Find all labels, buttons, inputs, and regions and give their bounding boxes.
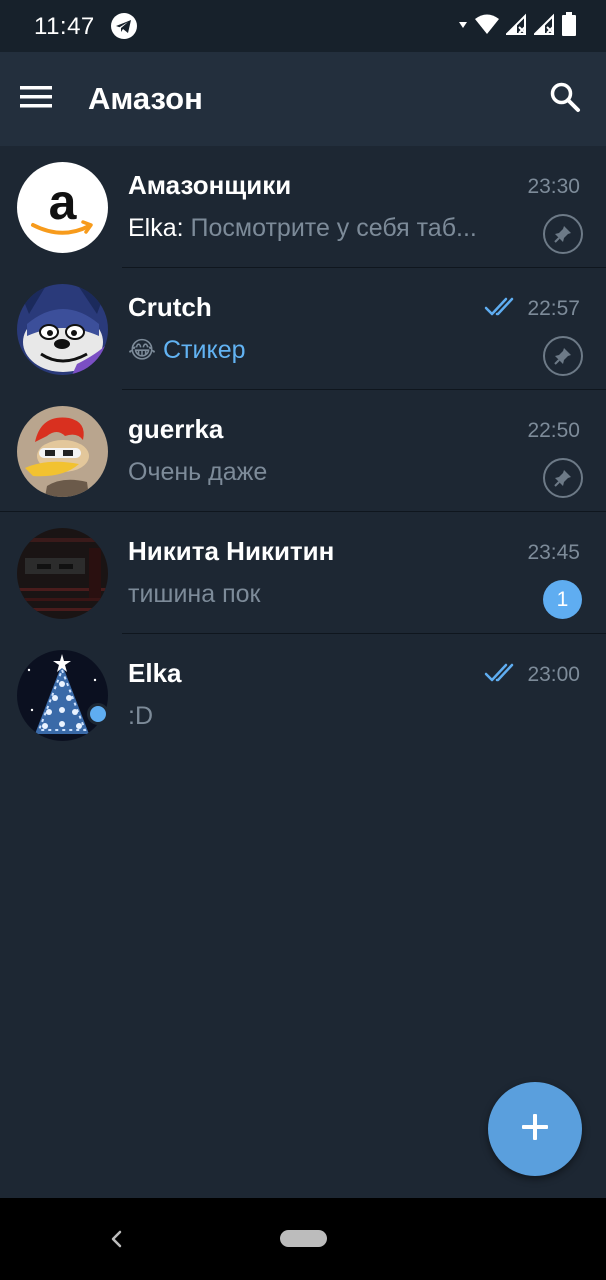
dark-photo-icon <box>17 528 108 619</box>
chat-item[interactable]: guerrka 22:50 Очень даже <box>0 390 606 512</box>
pin-icon <box>543 214 583 254</box>
status-bar: 11:47 <box>0 0 606 52</box>
preview-sender: Elka: <box>128 214 184 242</box>
cartoon-cat-icon <box>17 284 108 375</box>
chat-name: guerrka <box>128 414 224 444</box>
online-indicator <box>87 703 109 725</box>
chat-time: 22:57 <box>527 297 580 320</box>
chat-time: 23:45 <box>527 541 580 564</box>
chat-preview: Elka: Посмотрите у себя таб... <box>128 214 508 243</box>
hamburger-menu-icon <box>20 85 52 114</box>
preview-text: Очень даже <box>128 458 268 486</box>
woodpecker-icon <box>17 406 108 497</box>
dropdown-arrow-icon <box>458 17 468 35</box>
battery-icon <box>562 11 576 41</box>
chat-name: Никита Никитин <box>128 536 335 566</box>
status-time: 11:47 <box>34 13 95 40</box>
wifi-icon <box>474 13 500 40</box>
double-check-icon <box>484 663 514 682</box>
preview-text: :D <box>128 702 153 730</box>
avatar: a <box>17 162 108 253</box>
chat-name: Амазонщики <box>128 170 292 200</box>
chat-name: Crutch <box>128 292 212 322</box>
avatar <box>17 284 108 375</box>
pin-icon <box>543 458 583 498</box>
menu-button[interactable] <box>14 77 58 121</box>
avatar <box>17 528 108 619</box>
avatar <box>17 406 108 497</box>
chat-item[interactable]: Crutch 22:57 😂 Стикер <box>0 268 606 390</box>
pin-icon <box>543 336 583 376</box>
plus-icon <box>521 1113 549 1146</box>
signal-icon <box>504 13 528 40</box>
chat-item[interactable]: Elka 23:00 :D <box>0 634 606 756</box>
home-pill-button[interactable] <box>280 1230 327 1247</box>
chat-preview: :D <box>128 702 508 731</box>
unread-badge: 1 <box>543 580 582 619</box>
chat-time: 23:00 <box>527 663 580 686</box>
telegram-status-icon <box>110 12 138 40</box>
preview-text: тишина пок <box>128 580 261 608</box>
svg-text:a: a <box>49 174 78 230</box>
christmas-tree-icon <box>17 650 108 741</box>
signal-icon <box>532 13 556 40</box>
app-bar: Амазон <box>0 52 606 146</box>
chat-list: a Амазонщики 23:30 Elka: Посмотрите у се… <box>0 146 606 756</box>
chat-time: 22:50 <box>527 419 580 442</box>
chat-preview: 😂 Стикер <box>128 336 508 365</box>
new-chat-button[interactable] <box>488 1082 582 1176</box>
preview-media: Стикер <box>163 336 246 364</box>
page-title: Амазон <box>88 81 203 116</box>
chat-time: 23:30 <box>527 175 580 198</box>
status-icons <box>458 11 576 41</box>
navigation-bar <box>0 1198 606 1280</box>
back-icon[interactable] <box>104 1226 130 1252</box>
chat-name: Elka <box>128 658 182 688</box>
double-check-icon <box>484 297 514 316</box>
chat-preview: Очень даже <box>128 458 508 487</box>
preview-text: Посмотрите у себя таб... <box>190 214 477 242</box>
search-icon <box>549 81 581 118</box>
search-button[interactable] <box>542 76 588 122</box>
chat-preview: тишина пок <box>128 580 508 609</box>
avatar <box>17 650 108 741</box>
chat-item[interactable]: a Амазонщики 23:30 Elka: Посмотрите у се… <box>0 146 606 268</box>
preview-emoji: 😂 <box>128 337 157 364</box>
chat-item[interactable]: Никита Никитин 23:45 тишина пок 1 <box>0 512 606 634</box>
amazon-logo-icon: a <box>17 162 108 253</box>
